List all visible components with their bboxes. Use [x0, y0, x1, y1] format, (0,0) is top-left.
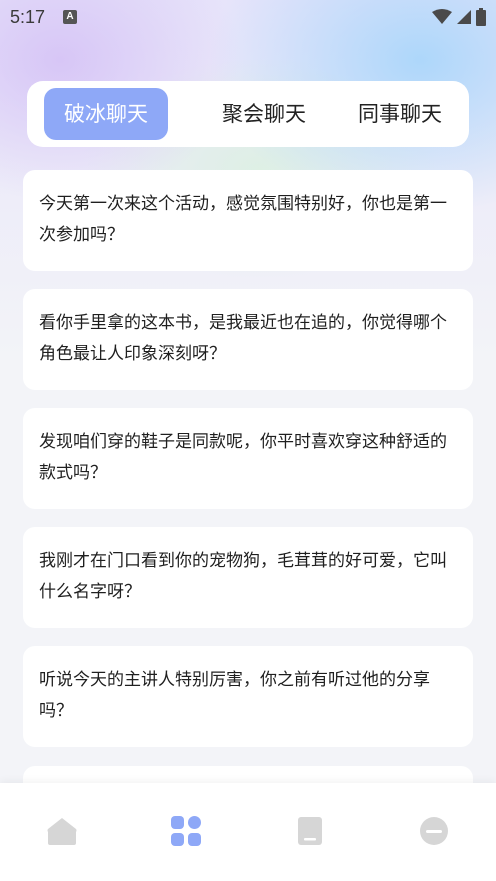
profile-icon: [420, 817, 448, 845]
tab-icebreaker-chat[interactable]: 破冰聊天: [44, 88, 168, 140]
book-icon: [298, 817, 322, 845]
tab-party-chat[interactable]: 聚会聊天: [202, 88, 326, 140]
status-icons: [432, 8, 486, 26]
topic-card-list: 今天第一次来这个活动，感觉氛围特别好，你也是第一次参加吗？ 看你手里拿的这本书，…: [23, 170, 473, 765]
chat-category-tabs: 破冰聊天 聚会聊天 同事聊天: [27, 81, 469, 147]
notification-badge: A: [63, 10, 78, 24]
nav-profile[interactable]: [414, 811, 454, 851]
grid-icon: [171, 816, 201, 846]
nav-book[interactable]: [290, 811, 330, 851]
tab-coworker-chat[interactable]: 同事聊天: [338, 88, 462, 140]
wifi-icon: [432, 9, 452, 24]
signal-icon: [457, 10, 471, 24]
topic-card[interactable]: 听说今天的主讲人特别厉害，你之前有听过他的分享吗？: [23, 646, 473, 747]
status-bar: 5:17 A: [0, 0, 496, 34]
topic-card[interactable]: 今天第一次来这个活动，感觉氛围特别好，你也是第一次参加吗？: [23, 170, 473, 271]
topic-card[interactable]: 我刚才在门口看到你的宠物狗，毛茸茸的好可爱，它叫什么名字呀？: [23, 527, 473, 628]
battery-icon: [476, 8, 486, 26]
bottom-navigation: [0, 783, 496, 881]
status-time: 5:17: [10, 6, 46, 27]
nav-grid[interactable]: [166, 811, 206, 851]
home-icon: [47, 818, 77, 845]
topic-card[interactable]: 发现咱们穿的鞋子是同款呢，你平时喜欢穿这种舒适的款式吗？: [23, 408, 473, 509]
topic-card[interactable]: 看你手里拿的这本书，是我最近也在追的，你觉得哪个角色最让人印象深刻呀？: [23, 289, 473, 390]
nav-home[interactable]: [42, 811, 82, 851]
